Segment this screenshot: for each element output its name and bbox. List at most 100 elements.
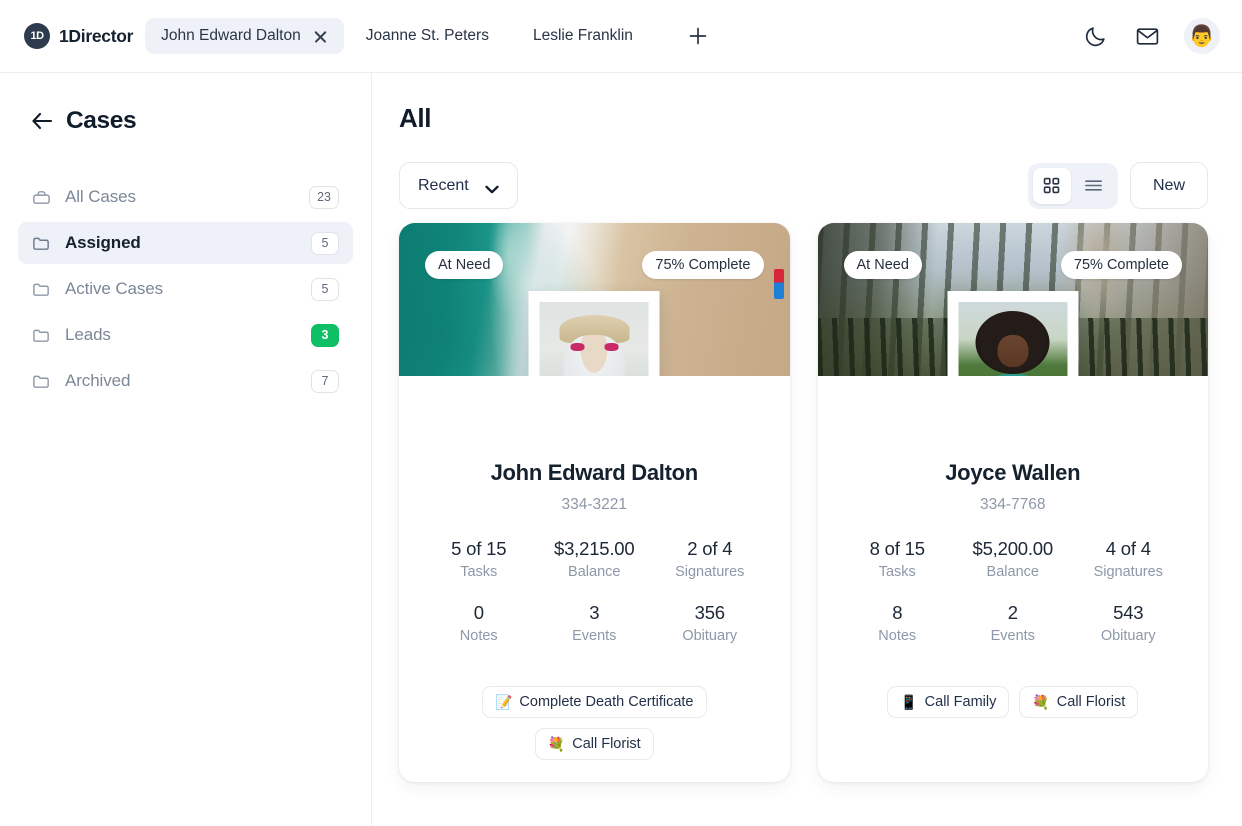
case-name: John Edward Dalton <box>490 460 699 485</box>
sidebar-item-count: 3 <box>311 323 339 347</box>
app-name: 1Director <box>59 25 134 46</box>
progress-badge: 75% Complete <box>642 251 764 279</box>
sidebar-back-header[interactable]: Cases <box>18 107 353 135</box>
stat-label: Signatures <box>675 564 745 580</box>
folder-icon <box>32 326 51 345</box>
action-label: Complete Death Certificate <box>519 694 694 710</box>
sidebar-item-leads[interactable]: Leads 3 <box>18 314 353 356</box>
stat-value: $5,200.00 <box>972 538 1053 559</box>
stat-label: Tasks <box>460 564 498 580</box>
case-card-grid: At Need 75% Complete John Edward Dalton … <box>399 223 1208 826</box>
stat-signatures: 2 of 4 Signatures <box>652 538 768 580</box>
arrow-left-icon[interactable] <box>31 112 53 130</box>
content-toolbar: Recent New <box>399 162 1208 209</box>
case-stats: 5 of 15 Tasks $3,215.00 Balance 2 of 4 S… <box>421 538 768 644</box>
action-call-florist[interactable]: 💐 Call Florist <box>1019 686 1139 718</box>
list-view-icon[interactable] <box>1075 168 1113 204</box>
sidebar-item-count: 5 <box>311 231 339 255</box>
stat-balance: $3,215.00 Balance <box>537 538 653 580</box>
folder-icon <box>32 280 51 299</box>
stat-value: 8 of 15 <box>869 538 925 559</box>
sidebar-item-all-cases[interactable]: All Cases 23 <box>18 176 353 218</box>
stat-label: Balance <box>568 564 621 580</box>
stat-events: 2 Events <box>955 602 1071 644</box>
stat-obituary: 543 Obituary <box>1071 602 1187 644</box>
case-actions: 📝 Complete Death Certificate 💐 Call Flor… <box>421 686 768 760</box>
avatar[interactable]: 👨 <box>1184 18 1220 54</box>
top-bar: 1D 1Director John Edward Dalton Joanne S… <box>0 0 1242 73</box>
folder-icon <box>32 234 51 253</box>
action-call-family[interactable]: 📱 Call Family <box>887 686 1010 718</box>
stat-label: Notes <box>878 628 917 644</box>
stat-label: Balance <box>986 564 1039 580</box>
main-content: All Recent New At Need 75% Complete John… <box>372 73 1242 826</box>
card-banner: At Need 75% Complete <box>817 223 1208 376</box>
mobile-phone-icon: 📱 <box>900 694 918 710</box>
sidebar-item-label: Active Cases <box>65 279 164 298</box>
stat-value: 5 of 15 <box>451 538 507 559</box>
stat-value: 4 of 4 <box>1105 538 1151 559</box>
tab-joanne-st-peters[interactable]: Joanne St. Peters <box>344 18 511 54</box>
sidebar-item-label: Assigned <box>65 233 141 252</box>
stat-label: Tasks <box>878 564 916 580</box>
folder-icon <box>32 372 51 391</box>
elderly-man-portrait <box>539 302 649 376</box>
action-complete-death-certificate[interactable]: 📝 Complete Death Certificate <box>481 686 707 718</box>
plus-icon[interactable] <box>681 19 715 53</box>
stat-label: Events <box>990 628 1035 644</box>
case-name: Joyce Wallen <box>945 460 1081 485</box>
stat-value: 0 <box>473 602 484 623</box>
sort-dropdown-value: Recent <box>418 176 469 194</box>
progress-badge: 75% Complete <box>1060 251 1182 279</box>
close-icon[interactable] <box>313 29 328 44</box>
stat-obituary: 356 Obituary <box>652 602 768 644</box>
new-button[interactable]: New <box>1129 162 1208 209</box>
status-badge: At Need <box>425 251 504 279</box>
moon-icon[interactable] <box>1080 21 1110 51</box>
page-title: Cases <box>66 107 137 134</box>
stat-value: 2 <box>1007 602 1018 623</box>
case-phone: 334-3221 <box>561 496 627 513</box>
action-label: Call Family <box>924 694 997 710</box>
case-card[interactable]: At Need 75% Complete Joyce Wallen 334-77… <box>817 223 1208 782</box>
stat-signatures: 4 of 4 Signatures <box>1071 538 1187 580</box>
stat-value: 2 of 4 <box>687 538 733 559</box>
memo-icon: 📝 <box>494 694 513 710</box>
stat-value: 543 <box>1113 602 1144 623</box>
action-label: Call Florist <box>1056 694 1126 710</box>
sidebar-item-label: Leads <box>65 325 111 344</box>
stat-events: 3 Events <box>537 602 653 644</box>
sort-dropdown[interactable]: Recent <box>399 162 518 209</box>
tab-leslie-franklin[interactable]: Leslie Franklin <box>511 18 655 54</box>
stat-tasks: 8 of 15 Tasks <box>840 538 956 580</box>
stat-tasks: 5 of 15 Tasks <box>421 538 537 580</box>
stat-label: Notes <box>459 628 498 644</box>
case-actions: 📱 Call Family 💐 Call Florist <box>840 686 1187 718</box>
case-phone: 334-7768 <box>979 496 1046 513</box>
case-card[interactable]: At Need 75% Complete John Edward Dalton … <box>399 223 790 782</box>
sidebar-item-count: 5 <box>311 277 339 301</box>
sidebar-item-assigned[interactable]: Assigned 5 <box>18 222 353 264</box>
grid-view-icon[interactable] <box>1032 167 1071 204</box>
stat-balance: $5,200.00 Balance <box>955 538 1071 580</box>
stat-value: 356 <box>694 602 725 623</box>
action-label: Call Florist <box>572 736 641 752</box>
tab-john-edward-dalton[interactable]: John Edward Dalton <box>145 18 344 54</box>
stat-label: Obituary <box>682 628 738 644</box>
sidebar-item-label: All Cases <box>65 187 136 206</box>
envelope-icon[interactable] <box>1132 21 1162 51</box>
sidebar-item-active-cases[interactable]: Active Cases 5 <box>18 268 353 310</box>
top-bar-actions: 👨 <box>1080 18 1220 54</box>
tab-bar: John Edward Dalton Joanne St. Peters Les… <box>145 18 715 54</box>
action-call-florist[interactable]: 💐 Call Florist <box>534 728 654 760</box>
avatar-emoji: 👨 <box>1188 24 1216 48</box>
sidebar-item-archived[interactable]: Archived 7 <box>18 360 353 402</box>
sidebar-item-label: Archived <box>65 371 131 390</box>
bouquet-icon: 💐 <box>1032 694 1050 710</box>
stat-value: 3 <box>589 602 600 623</box>
brand[interactable]: 1D 1Director <box>24 23 133 49</box>
sidebar: Cases All Cases 23 Assigned 5 Active Cas… <box>0 73 372 826</box>
chevron-down-icon <box>485 181 499 194</box>
case-portrait-frame <box>947 291 1079 376</box>
card-banner: At Need 75% Complete <box>399 223 790 376</box>
